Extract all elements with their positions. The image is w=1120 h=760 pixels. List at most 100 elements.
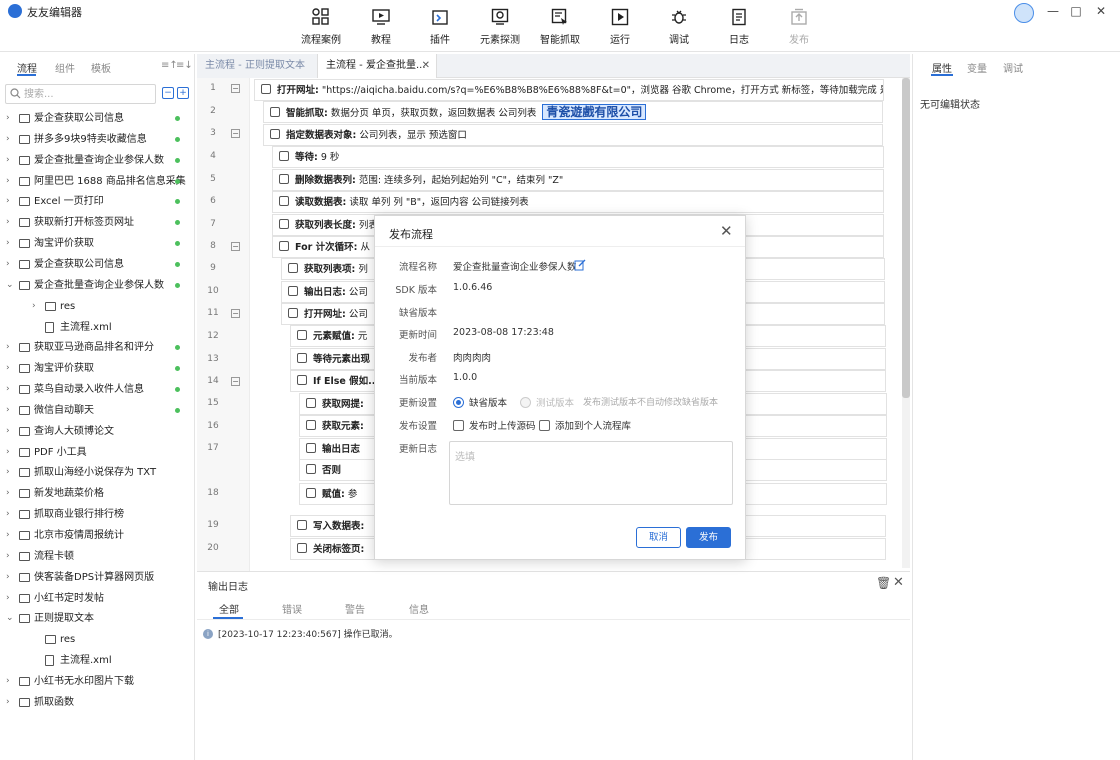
tree-item[interactable]: › res bbox=[0, 296, 194, 317]
chevron-right-icon[interactable]: › bbox=[6, 567, 16, 588]
tab-debug[interactable]: 调试 bbox=[1003, 60, 1023, 75]
chevron-right-icon[interactable]: › bbox=[6, 337, 16, 358]
tree-item[interactable]: › 抓取山海经小说保存为 TXT bbox=[0, 462, 194, 483]
chevron-right-icon[interactable]: › bbox=[6, 150, 16, 171]
tree-item[interactable]: › 获取亚马逊商品排名和评分 bbox=[0, 337, 194, 358]
chevron-right-icon[interactable]: › bbox=[6, 671, 16, 692]
tree-item[interactable]: › 爱企查批量查询企业参保人数 bbox=[0, 150, 194, 171]
tree-item[interactable]: › 侠客装备DPS计算器网页版 bbox=[0, 567, 194, 588]
editor-scrollbar[interactable] bbox=[902, 78, 910, 568]
tree-item[interactable]: › 流程卡顿 bbox=[0, 546, 194, 567]
editor-tab-aiqicha[interactable]: 主流程 - 爱企查批量... ✕ bbox=[317, 54, 437, 78]
plugin-button[interactable]: 插件 bbox=[412, 8, 468, 48]
flow-step[interactable]: 等待: 9 秒 bbox=[272, 146, 884, 168]
chevron-right-icon[interactable]: › bbox=[6, 171, 16, 192]
chevron-right-icon[interactable]: › bbox=[6, 504, 16, 525]
chevron-right-icon[interactable]: › bbox=[6, 442, 16, 463]
tree-item[interactable]: › 菜鸟自动录入收件人信息 bbox=[0, 379, 194, 400]
tree-item[interactable]: › 抓取函数 bbox=[0, 692, 194, 713]
chevron-right-icon[interactable]: › bbox=[6, 233, 16, 254]
log-tab-all[interactable]: 全部 bbox=[219, 601, 239, 616]
chevron-down-icon[interactable]: ⌄ bbox=[6, 275, 16, 296]
tree-item[interactable]: › 获取新打开标签页网址 bbox=[0, 212, 194, 233]
tree-item[interactable]: › 小红书无水印图片下载 bbox=[0, 671, 194, 692]
tree-item[interactable]: › Excel 一页打印 bbox=[0, 191, 194, 212]
log-tab-warning[interactable]: 警告 bbox=[345, 601, 365, 616]
run-button[interactable]: 运行 bbox=[592, 8, 648, 48]
flow-step[interactable]: 智能抓取: 数据分页 单页，获取页数，返回数据表 公司列表 青瓷遊戲有限公司 bbox=[263, 101, 883, 123]
chevron-right-icon[interactable]: › bbox=[6, 379, 16, 400]
tab-flows[interactable]: 流程 bbox=[17, 60, 37, 75]
fold-toggle-icon[interactable]: − bbox=[231, 309, 240, 318]
tab-components[interactable]: 组件 bbox=[55, 60, 75, 75]
minimize-button[interactable]: — bbox=[1046, 4, 1060, 18]
checkbox-add-personal-library[interactable] bbox=[539, 420, 550, 431]
avatar[interactable] bbox=[1014, 3, 1034, 23]
chevron-right-icon[interactable]: › bbox=[6, 358, 16, 379]
maximize-button[interactable]: □ bbox=[1069, 4, 1083, 18]
tree-item[interactable]: 主流程.xml bbox=[0, 650, 194, 671]
flow-step[interactable]: 删除数据表列: 范围: 连续多列，起始列起始列 "C"，结束列 "Z" bbox=[272, 169, 884, 191]
radio-default-version[interactable] bbox=[453, 397, 464, 408]
editor-tab-regex[interactable]: 主流程 - 正则提取文本 bbox=[197, 54, 317, 78]
tree-item[interactable]: › 爱企查获取公司信息 bbox=[0, 108, 194, 129]
log-tab-info[interactable]: 信息 bbox=[409, 601, 429, 616]
chevron-right-icon[interactable]: › bbox=[6, 212, 16, 233]
close-tab-icon[interactable]: ✕ bbox=[422, 54, 430, 78]
smart-grab-button[interactable]: 智能抓取 bbox=[532, 8, 588, 48]
fold-toggle-icon[interactable]: − bbox=[231, 129, 240, 138]
log-button[interactable]: 日志 bbox=[711, 8, 767, 48]
chevron-right-icon[interactable]: › bbox=[6, 462, 16, 483]
chevron-right-icon[interactable]: › bbox=[6, 588, 16, 609]
log-tab-error[interactable]: 错误 bbox=[282, 601, 302, 616]
tree-item[interactable]: 主流程.xml bbox=[0, 317, 194, 338]
tree-item[interactable]: › 新发地蔬菜价格 bbox=[0, 483, 194, 504]
tree-item[interactable]: › 抓取商业银行排行榜 bbox=[0, 504, 194, 525]
publish-button[interactable]: 发布 bbox=[686, 527, 731, 548]
chevron-right-icon[interactable]: › bbox=[6, 483, 16, 504]
cancel-button[interactable]: 取消 bbox=[636, 527, 681, 548]
tree-item[interactable]: ⌄ 正则提取文本 bbox=[0, 608, 194, 629]
flow-cases-button[interactable]: 流程案例 bbox=[293, 8, 349, 48]
chevron-right-icon[interactable]: › bbox=[6, 108, 16, 129]
element-detect-button[interactable]: 元素探测 bbox=[472, 8, 528, 48]
tree-item[interactable]: › 小红书定时发帖 bbox=[0, 588, 194, 609]
tree-item[interactable]: › 爱企查获取公司信息 bbox=[0, 254, 194, 275]
tree-item[interactable]: res bbox=[0, 629, 194, 650]
chevron-down-icon[interactable]: ⌄ bbox=[6, 608, 16, 629]
scrollbar-thumb[interactable] bbox=[902, 78, 910, 398]
tree-item[interactable]: › 查询人大硕博论文 bbox=[0, 421, 194, 442]
collapse-all-button[interactable]: − bbox=[162, 87, 174, 99]
chevron-right-icon[interactable]: › bbox=[6, 191, 16, 212]
tree-item[interactable]: › 微信自动聊天 bbox=[0, 400, 194, 421]
tree-item[interactable]: ⌄ 爱企查批量查询企业参保人数 bbox=[0, 275, 194, 296]
publish-toolbar-button[interactable]: 发布 bbox=[771, 8, 827, 48]
tutorial-button[interactable]: 教程 bbox=[353, 8, 409, 48]
tree-item[interactable]: › PDF 小工具 bbox=[0, 442, 194, 463]
tree-item[interactable]: › 淘宝评价获取 bbox=[0, 233, 194, 254]
chevron-right-icon[interactable]: › bbox=[6, 692, 16, 713]
tab-variables[interactable]: 变量 bbox=[967, 60, 987, 75]
close-icon[interactable]: ✕ bbox=[893, 575, 904, 590]
checkbox-upload-source[interactable] bbox=[453, 420, 464, 431]
debug-button[interactable]: 调试 bbox=[651, 8, 707, 48]
trash-icon[interactable]: 🗑 bbox=[876, 576, 891, 590]
flow-step[interactable]: 指定数据表对象: 公司列表，显示 预选窗口 bbox=[263, 124, 883, 146]
tree-item[interactable]: › 拼多多9块9特卖收藏信息 bbox=[0, 129, 194, 150]
radio-test-version[interactable] bbox=[520, 397, 531, 408]
tree-item[interactable]: › 北京市疫情周报统计 bbox=[0, 525, 194, 546]
expand-all-button[interactable]: + bbox=[177, 87, 189, 99]
fold-toggle-icon[interactable]: − bbox=[231, 84, 240, 93]
search-input[interactable] bbox=[24, 87, 152, 101]
chevron-right-icon[interactable]: › bbox=[6, 525, 16, 546]
chevron-right-icon[interactable]: › bbox=[32, 296, 42, 317]
sort-desc-icon[interactable]: ≡↓ bbox=[176, 60, 193, 71]
changelog-textarea[interactable] bbox=[449, 441, 733, 505]
edit-icon[interactable] bbox=[574, 259, 586, 271]
close-icon[interactable]: ✕ bbox=[720, 222, 733, 240]
close-window-button[interactable]: ✕ bbox=[1094, 4, 1108, 18]
flow-step[interactable]: 打开网址: "https://aiqicha.baidu.com/s?q=%E6… bbox=[254, 79, 884, 101]
chevron-right-icon[interactable]: › bbox=[6, 421, 16, 442]
tree-item[interactable]: › 阿里巴巴 1688 商品排名信息采集 bbox=[0, 171, 194, 192]
fold-toggle-icon[interactable]: − bbox=[231, 242, 240, 251]
